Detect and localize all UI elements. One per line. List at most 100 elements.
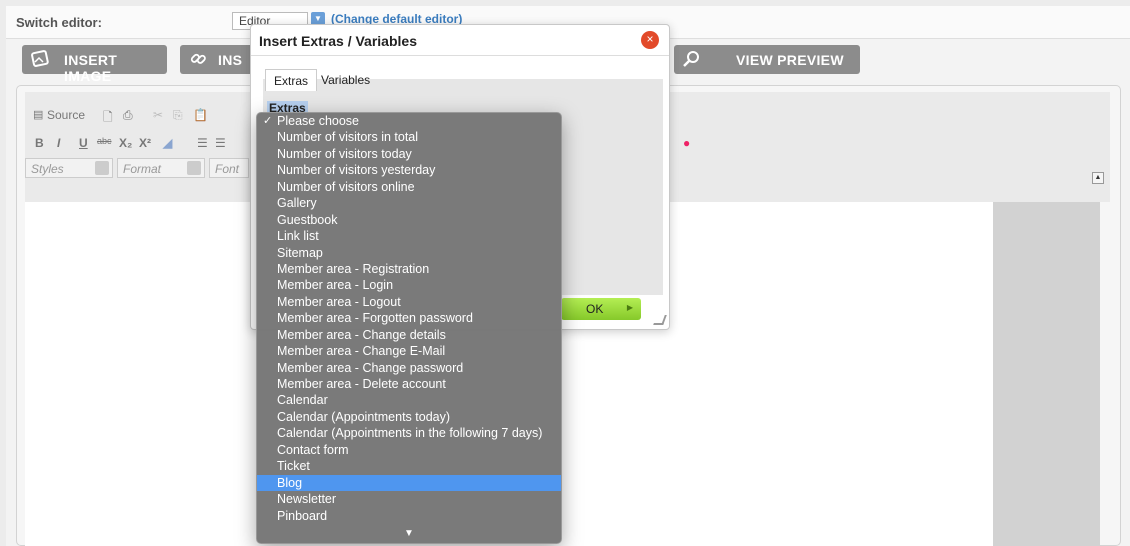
dropdown-option-label: Guestbook — [277, 212, 338, 227]
toolbar-row-2: B I U abc X₂ X² ◢ ☰ ☰ — [25, 132, 265, 156]
dropdown-option-label: Blog — [277, 475, 303, 490]
dropdown-option-label: Number of visitors in total — [277, 130, 419, 145]
dropdown-option[interactable]: Member area - Change details — [257, 327, 561, 343]
editor-side-panel — [993, 202, 1100, 546]
dropdown-option[interactable]: Calendar (Appointments in the following … — [257, 425, 561, 441]
font-label: Font — [215, 162, 240, 176]
subscript-icon[interactable]: X₂ — [119, 136, 132, 150]
preview-doc-icon[interactable]: 🗋 — [103, 108, 113, 129]
dropdown-option-label: Link list — [277, 229, 319, 244]
view-preview-button[interactable]: VIEW PREVIEW — [674, 45, 860, 74]
dropdown-option-label: Member area - Delete account — [277, 377, 446, 391]
close-icon[interactable]: × — [641, 31, 659, 49]
dropdown-option[interactable]: Calendar (Appointments today) — [257, 409, 561, 425]
chevron-down-icon — [187, 161, 201, 175]
dropdown-option-label: Member area - Login — [277, 278, 394, 293]
tab-extras[interactable]: Extras — [265, 69, 318, 91]
toolbar-row-3: Styles Format Font — [25, 156, 265, 180]
dropdown-option[interactable]: Member area - Forgotten password — [257, 310, 561, 326]
dialog-divider — [251, 55, 669, 56]
underline-icon[interactable]: U — [79, 136, 88, 150]
strikethrough-icon[interactable]: abc — [97, 136, 112, 146]
source-button[interactable]: Source — [47, 108, 85, 122]
dropdown-option[interactable]: Number of visitors today — [257, 146, 561, 162]
paste-icon[interactable]: 📋 — [193, 108, 208, 122]
dropdown-option-label: Calendar (Appointments today) — [277, 409, 451, 424]
checkmark-icon: ✓ — [263, 115, 273, 127]
dropdown-option-label: Newsletter — [277, 492, 337, 507]
cut-icon[interactable]: ✂ — [153, 108, 163, 122]
chevron-down-icon — [95, 161, 109, 175]
dropdown-option-label: Contact form — [277, 442, 349, 457]
dropdown-option[interactable]: Member area - Logout — [257, 294, 561, 310]
dropdown-option[interactable]: Number of visitors in total — [257, 129, 561, 145]
dropdown-option-label: Member area - Change password — [277, 360, 464, 375]
dropdown-option-label: Number of visitors today — [277, 146, 412, 161]
dropdown-option[interactable]: Number of visitors yesterday — [257, 162, 561, 178]
dropdown-option[interactable]: Member area - Registration — [257, 261, 561, 277]
link-icon — [188, 50, 208, 68]
special-icon[interactable]: ● — [683, 136, 690, 150]
dropdown-option[interactable]: Blog — [257, 474, 561, 492]
dropdown-option-label: Number of visitors online — [277, 179, 415, 194]
eraser-icon[interactable]: ◢ — [163, 136, 172, 150]
source-icon[interactable]: ▤ — [33, 108, 43, 121]
styles-select[interactable]: Styles — [25, 158, 113, 178]
dropdown-option[interactable]: Member area - Change password — [257, 360, 561, 376]
superscript-icon[interactable]: X² — [139, 136, 151, 150]
styles-label: Styles — [31, 162, 64, 176]
dropdown-option[interactable]: Member area - Login — [257, 277, 561, 293]
dropdown-option[interactable]: Guestbook — [257, 212, 561, 228]
image-icon — [30, 50, 50, 68]
tab-variables[interactable]: Variables — [313, 69, 378, 91]
dropdown-option[interactable]: Newsletter — [257, 491, 561, 507]
dropdown-option[interactable]: Sitemap — [257, 245, 561, 261]
dropdown-option[interactable]: Member area - Change E-Mail — [257, 343, 561, 359]
extras-dropdown[interactable]: ✓ Please choose Number of visitors in tota… — [256, 112, 562, 544]
dropdown-option-label: Gallery — [277, 196, 317, 211]
dropdown-option-label: Member area - Forgotten password — [277, 311, 473, 326]
numbered-list-icon[interactable]: ☰ — [197, 136, 208, 150]
insert-link-label: INS — [218, 52, 243, 68]
dropdown-option[interactable]: Pinboard — [257, 508, 561, 524]
format-select[interactable]: Format — [117, 158, 205, 178]
collapse-toolbar-button[interactable]: ▲ — [1092, 172, 1104, 184]
dropdown-option[interactable]: Ticket — [257, 458, 561, 474]
toolbar-row-1: ▤ Source 🗋 ⎙ ✂ ⎘ 📋 — [25, 104, 265, 128]
switch-editor-label: Switch editor: — [16, 15, 102, 30]
dropdown-option[interactable]: Calendar — [257, 392, 561, 408]
dialog-title: Insert Extras / Variables — [259, 33, 417, 49]
magnifier-icon — [682, 50, 702, 68]
dropdown-option-label: Number of visitors yesterday — [277, 163, 436, 178]
dropdown-option-label: Please choose — [277, 114, 360, 128]
view-preview-label: VIEW PREVIEW — [736, 52, 844, 68]
resize-handle-icon[interactable] — [653, 315, 667, 325]
dropdown-option-label: Sitemap — [277, 245, 323, 260]
ok-label: OK — [586, 302, 604, 316]
print-icon[interactable]: ⎙ — [123, 108, 133, 123]
arrow-right-icon: ▶ — [626, 303, 633, 312]
dropdown-option[interactable]: ✓ Please choose — [257, 113, 561, 129]
ok-button[interactable]: OK ▶ — [561, 298, 641, 320]
bold-icon[interactable]: B — [35, 136, 44, 150]
dropdown-option-label: Member area - Change details — [277, 327, 446, 342]
copy-icon[interactable]: ⎘ — [173, 108, 183, 123]
dropdown-option-label: Calendar — [277, 393, 328, 408]
insert-image-label: INSERT IMAGE — [64, 52, 118, 84]
scroll-down-icon[interactable]: ▼ — [257, 528, 561, 539]
font-select[interactable]: Font — [209, 158, 249, 178]
bulleted-list-icon[interactable]: ☰ — [215, 136, 226, 150]
dropdown-option[interactable]: Gallery — [257, 195, 561, 211]
dropdown-option-label: Member area - Registration — [277, 261, 430, 276]
insert-image-button[interactable]: INSERT IMAGE — [22, 45, 167, 84]
dropdown-option[interactable]: Number of visitors online — [257, 179, 561, 195]
insert-link-button[interactable]: INS — [180, 45, 254, 74]
dropdown-option-label: Pinboard — [277, 508, 328, 523]
dropdown-option[interactable]: Contact form — [257, 442, 561, 458]
italic-icon[interactable]: I — [57, 136, 60, 150]
format-label: Format — [123, 162, 162, 176]
dropdown-option-label: Ticket — [277, 459, 310, 474]
dropdown-option[interactable]: Member area - Delete account — [257, 376, 561, 392]
dropdown-option[interactable]: Link list — [257, 228, 561, 244]
dropdown-option-label: Calendar (Appointments in the following … — [277, 426, 543, 441]
